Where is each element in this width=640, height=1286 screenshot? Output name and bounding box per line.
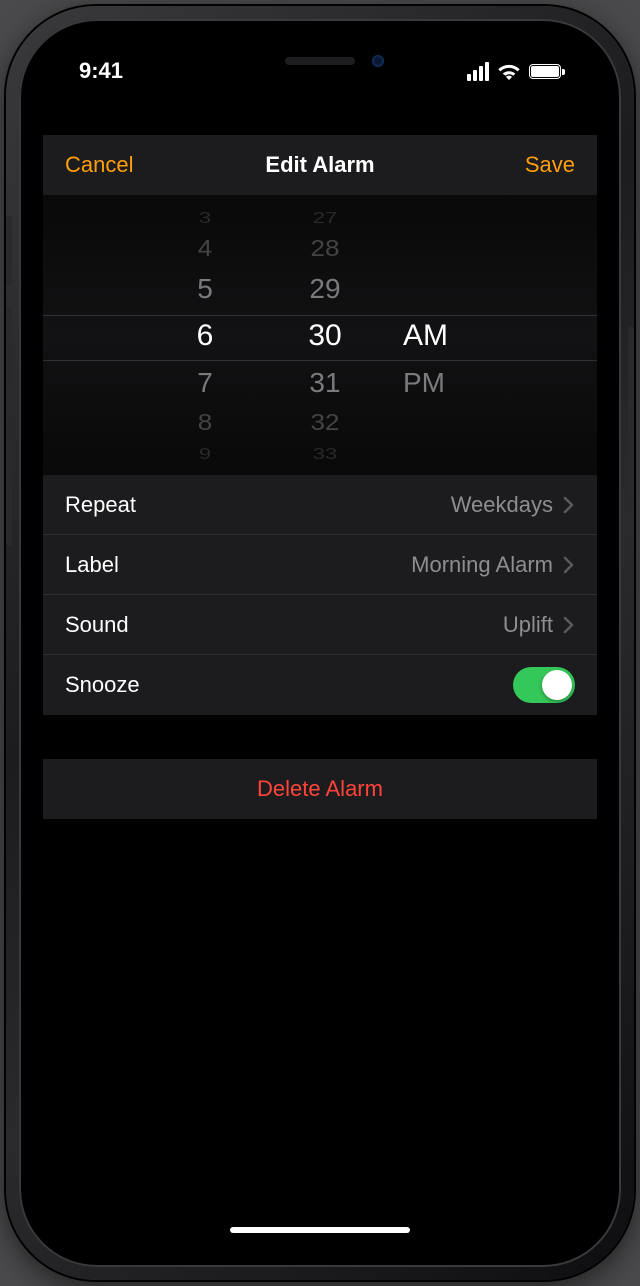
hour-wheel[interactable]: 3 4 5 6 7 8 9 [145,195,265,475]
sound-row[interactable]: Sound Uplift [43,595,597,655]
delete-alarm-button[interactable]: Delete Alarm [43,759,597,819]
mute-switch [6,216,12,286]
minute-wheel[interactable]: 27 28 29 30 31 32 33 [265,195,385,475]
repeat-row[interactable]: Repeat Weekdays [43,475,597,535]
time-picker[interactable]: 3 4 5 6 7 8 9 27 28 29 30 [43,195,597,475]
sound-label: Sound [65,612,129,638]
wifi-icon [497,62,521,80]
notch [190,43,450,79]
delete-group: Delete Alarm [43,759,597,819]
label-value: Morning Alarm [411,552,553,578]
phone-frame: 9:41 Cancel Edit Alarm Save 3 [6,6,634,1280]
battery-icon [529,64,561,79]
front-camera [372,55,384,67]
repeat-value: Weekdays [451,492,553,518]
save-button[interactable]: Save [525,152,575,178]
chevron-right-icon [563,496,575,514]
delete-alarm-label: Delete Alarm [257,776,383,802]
label-label: Label [65,552,119,578]
label-row[interactable]: Label Morning Alarm [43,535,597,595]
chevron-right-icon [563,616,575,634]
snooze-toggle[interactable] [513,667,575,703]
chevron-right-icon [563,556,575,574]
status-time: 9:41 [79,58,123,84]
sound-value: Uplift [503,612,553,638]
ampm-wheel[interactable]: AM PM [395,195,495,475]
cancel-button[interactable]: Cancel [65,152,133,178]
side-button [628,326,634,496]
snooze-row: Snooze [43,655,597,715]
cellular-signal-icon [467,62,489,81]
settings-group: Repeat Weekdays Label Morning Alarm [43,475,597,715]
volume-down-button [6,436,12,546]
snooze-label: Snooze [65,672,140,698]
volume-up-button [6,306,12,416]
home-indicator[interactable] [230,1227,410,1233]
screen: 9:41 Cancel Edit Alarm Save 3 [43,43,597,1243]
nav-bar: Cancel Edit Alarm Save [43,135,597,195]
speaker-grille [285,57,355,65]
repeat-label: Repeat [65,492,136,518]
